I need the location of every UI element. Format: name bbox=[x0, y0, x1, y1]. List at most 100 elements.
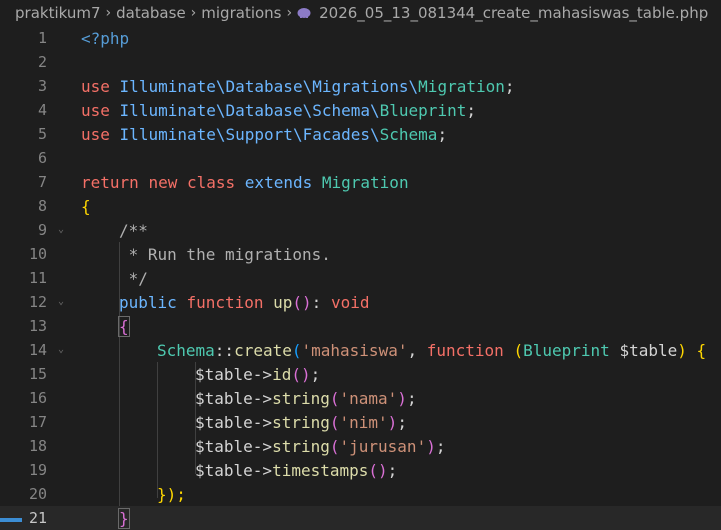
line-number: 3 bbox=[37, 77, 47, 95]
code-line[interactable]: 8 { bbox=[0, 194, 721, 218]
brace: { bbox=[696, 340, 707, 360]
line-number: 17 bbox=[28, 413, 47, 431]
brace: } bbox=[118, 507, 130, 529]
line-number: 18 bbox=[28, 437, 47, 455]
function-name: up bbox=[273, 292, 293, 312]
paren: ( bbox=[513, 340, 524, 360]
line-number: 10 bbox=[28, 245, 47, 263]
brace: { bbox=[118, 315, 130, 337]
paren: ( bbox=[329, 412, 340, 432]
line-number: 5 bbox=[37, 125, 47, 143]
punctuation: ; bbox=[387, 460, 398, 480]
code-line[interactable]: 15 $table->id(); bbox=[0, 362, 721, 386]
code-line[interactable]: 19 $table->timestamps(); bbox=[0, 458, 721, 482]
line-number: 1 bbox=[37, 29, 47, 47]
line-number: 13 bbox=[28, 317, 47, 335]
method-name: string bbox=[272, 436, 330, 456]
return-type: void bbox=[330, 292, 370, 312]
keyword-new: new bbox=[148, 172, 178, 192]
method-name: string bbox=[272, 412, 330, 432]
code-editor[interactable]: 1 <?php 2 3 use Illuminate\Database\Migr… bbox=[0, 26, 721, 530]
line-number: 6 bbox=[37, 149, 47, 167]
string-literal: 'nama' bbox=[339, 388, 398, 408]
variable: $table bbox=[195, 412, 253, 432]
code-line[interactable]: 14 ⌄ Schema::create('mahasiswa', functio… bbox=[0, 338, 721, 362]
code-line[interactable]: 10 * Run the migrations. bbox=[0, 242, 721, 266]
punctuation: ; bbox=[435, 436, 446, 456]
keyword-extends: extends bbox=[244, 172, 313, 192]
paren: ) bbox=[387, 412, 398, 432]
class-name: Migration bbox=[418, 76, 505, 96]
code-line[interactable]: 17 $table->string('nim'); bbox=[0, 410, 721, 434]
keyword-function: function bbox=[186, 292, 264, 312]
line-number: 7 bbox=[37, 173, 47, 191]
doc-comment: /** bbox=[119, 220, 148, 240]
paren: ) bbox=[677, 340, 687, 360]
keyword-public: public bbox=[119, 292, 177, 312]
code-line[interactable]: 20 }); bbox=[0, 482, 721, 506]
breadcrumb-item-praktikum7[interactable]: praktikum7 bbox=[15, 4, 101, 22]
method-name: id bbox=[272, 364, 292, 384]
line-number: 20 bbox=[28, 485, 47, 503]
code-line[interactable]: 13 { bbox=[0, 314, 721, 338]
chevron-right-icon: › bbox=[286, 5, 293, 21]
class-name: Migration bbox=[321, 172, 409, 192]
code-line[interactable]: 5 use Illuminate\Support\Facades\Schema; bbox=[0, 122, 721, 146]
variable: $table bbox=[619, 340, 678, 360]
code-line[interactable]: 4 use Illuminate\Database\Schema\Bluepri… bbox=[0, 98, 721, 122]
punctuation: ; bbox=[406, 388, 417, 408]
punctuation: ; bbox=[397, 412, 407, 432]
parens: () bbox=[368, 460, 388, 480]
code-line[interactable]: 6 bbox=[0, 146, 721, 170]
fold-chevron-icon[interactable]: ⌄ bbox=[55, 296, 67, 308]
variable: $table bbox=[195, 460, 253, 480]
code-line[interactable]: 1 <?php bbox=[0, 26, 721, 50]
breadcrumb-item-migrations[interactable]: migrations bbox=[201, 4, 281, 22]
code-line[interactable]: 12 ⌄ public function up(): void bbox=[0, 290, 721, 314]
breadcrumb-file[interactable]: 2026_05_13_081344_create_mahasiswas_tabl… bbox=[319, 4, 708, 22]
variable: $table bbox=[195, 388, 253, 408]
keyword-function: function bbox=[426, 340, 504, 360]
variable: $table bbox=[195, 364, 253, 384]
punctuation: ; bbox=[466, 100, 476, 120]
paren: ( bbox=[329, 436, 340, 456]
code-line[interactable]: 3 use Illuminate\Database\Migrations\Mig… bbox=[0, 74, 721, 98]
code-line-current[interactable]: 21 } bbox=[0, 506, 721, 530]
method-name: string bbox=[272, 388, 330, 408]
namespace: Illuminate\Support\Facades\ bbox=[119, 124, 380, 144]
punctuation: -> bbox=[252, 388, 273, 408]
line-number: 2 bbox=[37, 53, 47, 71]
code-line[interactable]: 18 $table->string('jurusan'); bbox=[0, 434, 721, 458]
punctuation: ; bbox=[310, 364, 321, 384]
namespace: Illuminate\Database\Schema\ bbox=[119, 100, 380, 120]
line-number: 16 bbox=[28, 389, 47, 407]
line-number: 4 bbox=[37, 101, 47, 119]
chevron-right-icon: › bbox=[190, 5, 197, 21]
code-line[interactable]: 7 return new class extends Migration bbox=[0, 170, 721, 194]
string-literal: 'nim' bbox=[339, 412, 388, 432]
string-literal: 'jurusan' bbox=[339, 436, 427, 456]
keyword-return: return bbox=[81, 172, 139, 192]
code-line[interactable]: 16 $table->string('nama'); bbox=[0, 386, 721, 410]
breadcrumb-item-database[interactable]: database bbox=[116, 4, 186, 22]
punctuation: -> bbox=[252, 436, 273, 456]
string-literal: 'mahasiswa' bbox=[301, 340, 408, 360]
breadcrumb: praktikum7 › database › migrations › 202… bbox=[0, 0, 721, 26]
brace: { bbox=[81, 196, 91, 216]
method-name: create bbox=[234, 340, 292, 360]
line-number: 9 bbox=[37, 221, 47, 239]
keyword-class: class bbox=[186, 172, 236, 192]
class-name: Schema bbox=[157, 340, 215, 360]
method-name: timestamps bbox=[272, 460, 369, 480]
code-line[interactable]: 11 */ bbox=[0, 266, 721, 290]
code-line[interactable]: 2 bbox=[0, 50, 721, 74]
fold-chevron-icon[interactable]: ⌄ bbox=[55, 344, 67, 356]
class-name: Blueprint bbox=[379, 100, 467, 120]
punctuation: -> bbox=[252, 364, 273, 384]
code-line[interactable]: 9 ⌄ /** bbox=[0, 218, 721, 242]
parens: () bbox=[292, 292, 312, 312]
fold-chevron-icon[interactable]: ⌄ bbox=[55, 224, 67, 236]
php-elephant-icon bbox=[297, 8, 311, 18]
chevron-right-icon: › bbox=[105, 5, 112, 21]
paren: ) bbox=[397, 388, 407, 408]
